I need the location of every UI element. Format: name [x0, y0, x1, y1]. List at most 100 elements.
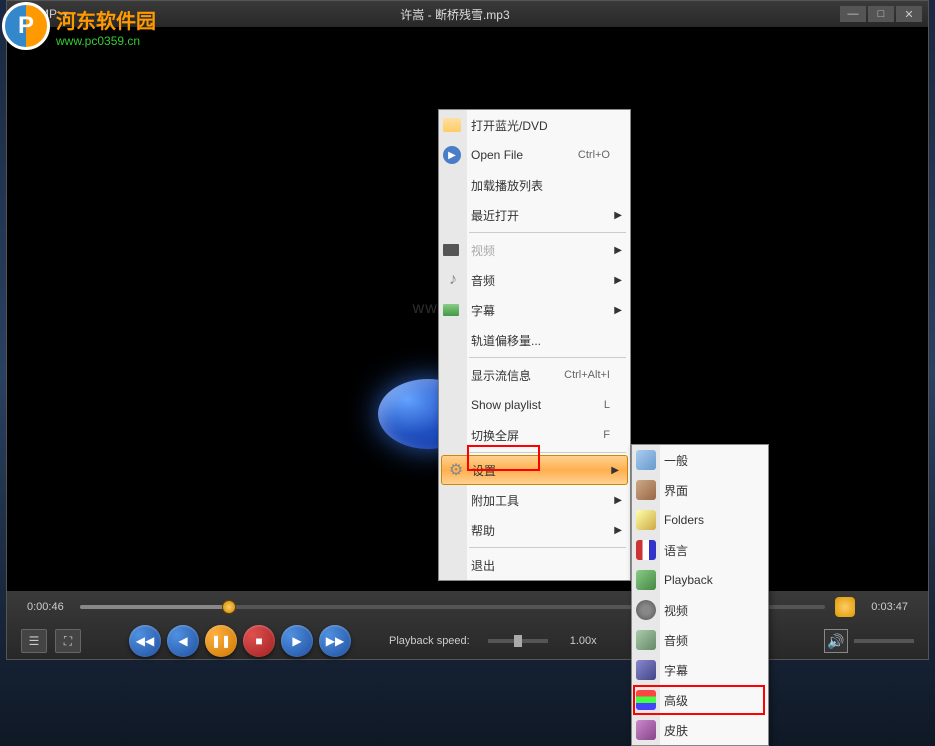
submenu-subtitle-label: 字幕	[664, 662, 688, 679]
menu-help-label: 帮助	[471, 522, 495, 539]
submenu-arrow-icon: ▶	[614, 305, 622, 316]
submenu-arrow-icon: ▶	[614, 275, 622, 286]
menu-stream-info-shortcut: Ctrl+Alt+I	[564, 369, 610, 381]
menu-stream-info-label: 显示流信息	[471, 367, 531, 384]
next-button[interactable]: ▶	[281, 625, 313, 657]
maximize-button[interactable]: □	[868, 6, 894, 22]
menu-video-label: 视频	[471, 242, 495, 259]
submenu-arrow-icon: ▶	[614, 495, 622, 506]
menu-recent-label: 最近打开	[471, 207, 519, 224]
submenu-skin-label: 皮肤	[664, 722, 688, 739]
speed-value: 1.00x	[570, 635, 597, 647]
submenu-interface[interactable]: 界面	[632, 475, 768, 505]
speed-slider[interactable]	[488, 639, 548, 643]
submenu-arrow-icon: ▶	[611, 465, 619, 476]
subtitle-icon	[636, 660, 656, 680]
menu-load-playlist-label: 加载播放列表	[471, 177, 543, 194]
menu-audio-label: 音频	[471, 272, 495, 289]
forward-button[interactable]: ▶▶	[319, 625, 351, 657]
menu-open-file-label: Open File	[471, 148, 523, 162]
submenu-general-label: 一般	[664, 452, 688, 469]
submenu-general[interactable]: 一般	[632, 445, 768, 475]
menu-fullscreen[interactable]: 切换全屏 F	[439, 420, 630, 450]
fullscreen-button[interactable]: ⛶	[55, 629, 81, 653]
window-title: 许嵩 - 断桥残雪.mp3	[70, 6, 840, 23]
menu-subtitle[interactable]: 字幕 ▶	[439, 295, 630, 325]
speed-thumb[interactable]	[514, 635, 522, 647]
submenu-arrow-icon: ▶	[614, 245, 622, 256]
close-button[interactable]: ✕	[896, 6, 922, 22]
menu-addon[interactable]: 附加工具 ▶	[439, 485, 630, 515]
folder-icon	[443, 118, 461, 132]
menu-settings[interactable]: ⚙ 设置 ▶	[441, 455, 628, 485]
menu-track-offset[interactable]: 轨道偏移量...	[439, 325, 630, 355]
rewind-button[interactable]: ◀◀	[129, 625, 161, 657]
menu-help[interactable]: 帮助 ▶	[439, 515, 630, 545]
submenu-playback[interactable]: Playback	[632, 565, 768, 595]
file-icon: ▶	[443, 146, 461, 164]
submenu-audio[interactable]: 音频	[632, 625, 768, 655]
app-dropdown-icon[interactable]: ▼	[61, 9, 70, 19]
menu-audio[interactable]: ♪ 音频 ▶	[439, 265, 630, 295]
menu-video: 视频 ▶	[439, 235, 630, 265]
audio-icon	[636, 630, 656, 650]
menu-fullscreen-shortcut: F	[603, 429, 610, 441]
submenu-subtitle[interactable]: 字幕	[632, 655, 768, 685]
menu-open-file-shortcut: Ctrl+O	[578, 149, 610, 161]
submenu-playback-label: Playback	[664, 573, 713, 587]
minimize-button[interactable]: —	[840, 6, 866, 22]
submenu-language[interactable]: 语言	[632, 535, 768, 565]
menu-open-file[interactable]: ▶ Open File Ctrl+O	[439, 140, 630, 170]
folders-icon	[636, 510, 656, 530]
submenu-language-label: 语言	[664, 542, 688, 559]
stop-button[interactable]: ■	[243, 625, 275, 657]
video-icon	[443, 244, 459, 256]
submenu-video[interactable]: 视频	[632, 595, 768, 625]
menu-exit-label: 退出	[471, 557, 495, 574]
menu-open-dvd[interactable]: 打开蓝光/DVD	[439, 110, 630, 140]
gear-icon: ⚙	[446, 460, 466, 480]
playback-icon	[636, 570, 656, 590]
menu-show-playlist[interactable]: Show playlist L	[439, 390, 630, 420]
menu-show-playlist-label: Show playlist	[471, 398, 541, 412]
app-icon	[13, 7, 27, 21]
advanced-icon	[636, 690, 656, 710]
submenu-video-label: 视频	[664, 602, 688, 619]
controls-panel: 0:00:46 0:03:47 ☰ ⛶ ◀◀ ◀ ❚❚ ■ ▶ ▶▶ Playb…	[7, 591, 928, 659]
menu-stream-info[interactable]: 显示流信息 Ctrl+Alt+I	[439, 360, 630, 390]
progress-thumb[interactable]	[222, 600, 236, 614]
menu-exit[interactable]: 退出	[439, 550, 630, 580]
submenu-skin[interactable]: 皮肤	[632, 715, 768, 745]
menu-track-offset-label: 轨道偏移量...	[471, 332, 541, 349]
menu-separator	[469, 232, 626, 233]
general-icon	[636, 450, 656, 470]
pause-button[interactable]: ❚❚	[205, 625, 237, 657]
language-icon	[636, 540, 656, 560]
visualizer-button[interactable]	[835, 597, 855, 617]
menu-show-playlist-shortcut: L	[604, 399, 610, 411]
app-name: VMP	[31, 7, 57, 21]
submenu-folders[interactable]: Folders	[632, 505, 768, 535]
settings-submenu: 一般 界面 Folders 语言 Playback 视频 音频 字幕 高级 皮肤	[631, 444, 769, 746]
previous-button[interactable]: ◀	[167, 625, 199, 657]
submenu-advanced[interactable]: 高级	[632, 685, 768, 715]
elapsed-time: 0:00:46	[21, 599, 70, 615]
menu-open-dvd-label: 打开蓝光/DVD	[471, 117, 548, 134]
volume-icon[interactable]: 🔊	[824, 629, 848, 653]
menu-separator	[469, 547, 626, 548]
interface-icon	[636, 480, 656, 500]
speed-label: Playback speed:	[389, 635, 470, 647]
menu-addon-label: 附加工具	[471, 492, 519, 509]
submenu-folders-label: Folders	[664, 513, 704, 527]
playlist-view-button[interactable]: ☰	[21, 629, 47, 653]
audio-icon: ♪	[443, 270, 463, 290]
subtitle-icon	[443, 304, 459, 316]
menu-recent[interactable]: 最近打开 ▶	[439, 200, 630, 230]
menu-load-playlist[interactable]: 加载播放列表	[439, 170, 630, 200]
submenu-audio-label: 音频	[664, 632, 688, 649]
context-menu: 打开蓝光/DVD ▶ Open File Ctrl+O 加载播放列表 最近打开 …	[438, 109, 631, 581]
skin-icon	[636, 720, 656, 740]
menu-settings-label: 设置	[472, 462, 496, 479]
volume-slider[interactable]	[854, 639, 914, 643]
submenu-advanced-label: 高级	[664, 692, 688, 709]
